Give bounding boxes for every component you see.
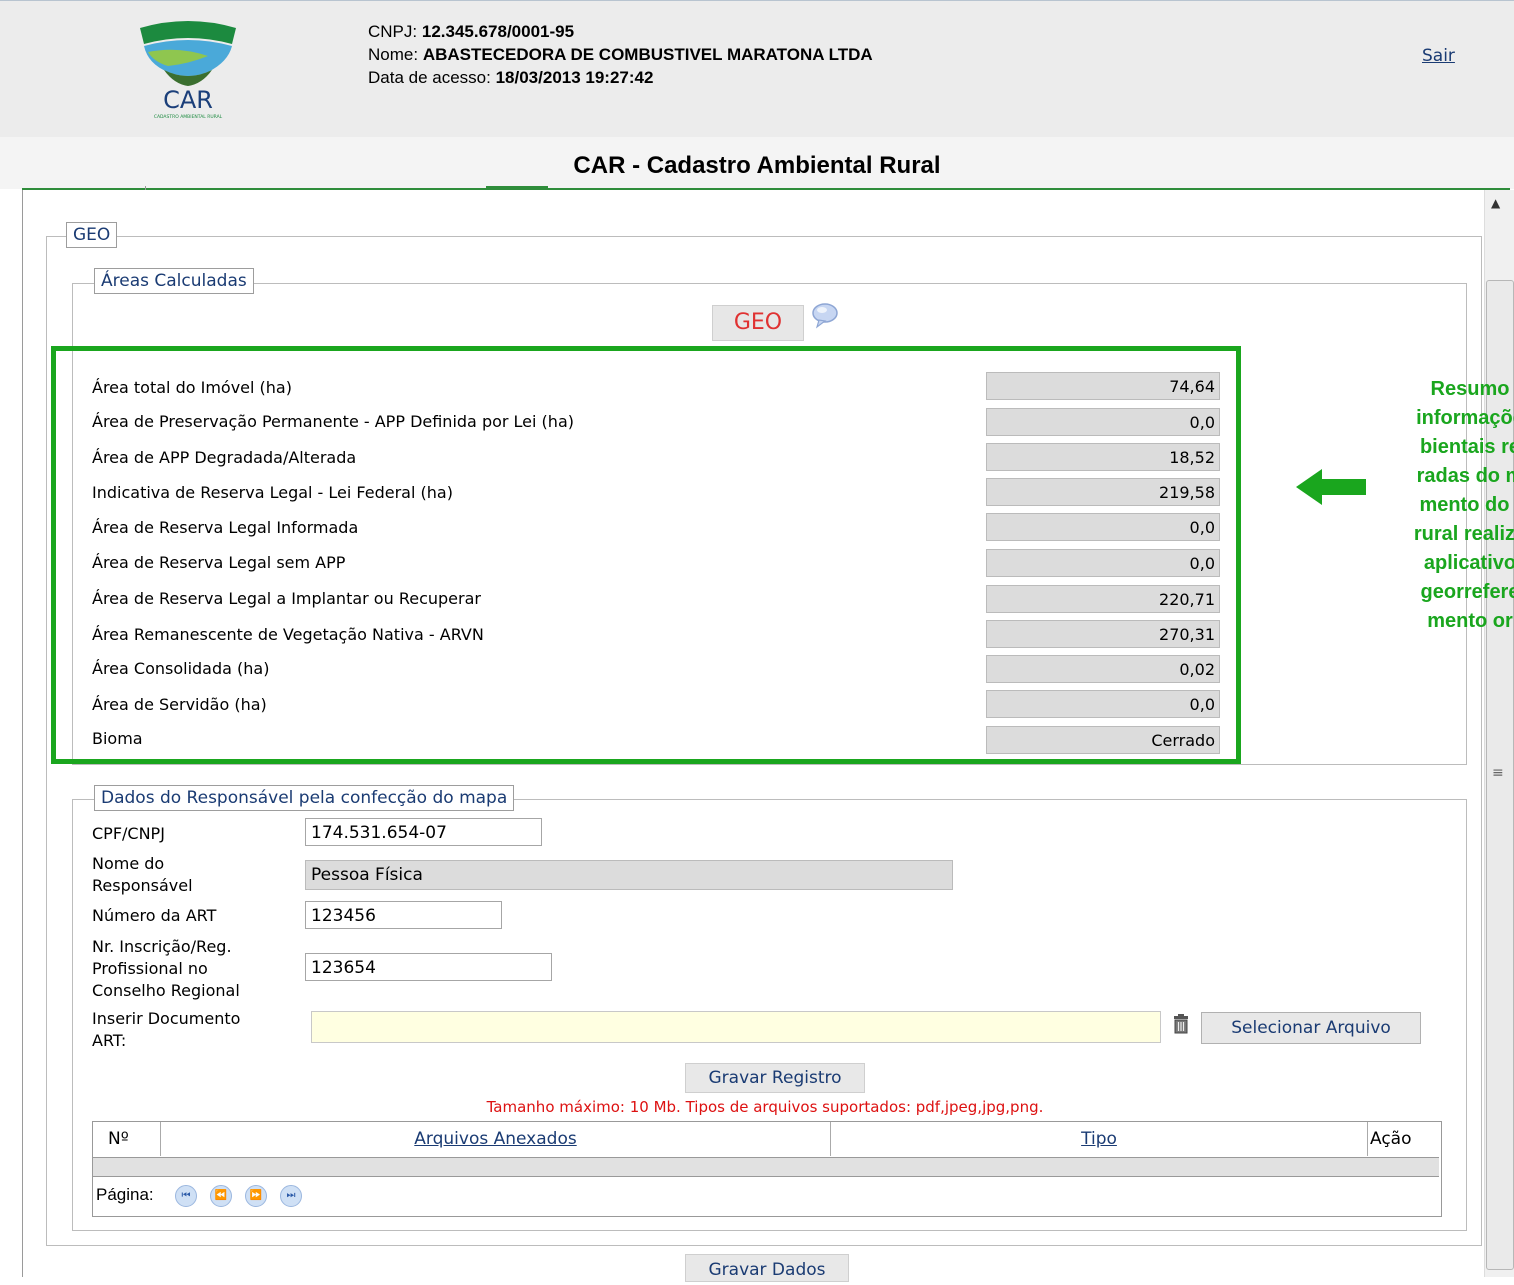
responsible-name-label-line: Nome do [92,854,165,873]
area-label-reserva-informada: Área de Reserva Legal Informada [92,518,359,537]
area-label-bioma: Bioma [92,729,143,748]
save-record-button[interactable]: Gravar Registro [685,1063,865,1093]
name-value: ABASTECEDORA DE COMBUSTIVEL MARATONA LTD… [422,45,873,64]
registration-label-line: Nr. Inscrição/Reg. [92,937,232,956]
cnpj-line: CNPJ: 12.345.678/0001-95 [368,22,574,42]
max-size-note: Tamanho máximo: 10 Mb. Tipos de arquivos… [486,1098,1044,1116]
area-label-reserva-indicativa: Indicativa de Reserva Legal - Lei Federa… [92,483,453,502]
calculated-areas-legend: Áreas Calculadas [94,268,254,294]
trash-icon[interactable] [1170,1013,1192,1035]
scroll-up-arrow-icon[interactable]: ▲ [1491,196,1500,210]
column-separator [1367,1122,1368,1156]
area-value-arvn: 270,31 [986,620,1220,648]
art-document-input[interactable] [311,1011,1161,1043]
previous-page-icon[interactable]: ⏪ [210,1185,232,1207]
area-value-reserva-implantar: 220,71 [986,585,1220,613]
next-page-icon[interactable]: ⏩ [245,1185,267,1207]
access-date-label: Data de acesso: [368,68,491,87]
callout-line: mento do i [1419,494,1514,516]
car-logo: CAR CADASTRO AMBIENTAL RURAL [140,21,236,120]
save-data-button[interactable]: Gravar Dados [685,1254,849,1282]
area-label-total: Área total do Imóvel (ha) [92,378,292,397]
area-value-app: 0,0 [986,408,1220,436]
area-label-app: Área de Preservação Permanente - APP Def… [92,412,574,431]
area-value-consolidada: 0,02 [986,655,1220,683]
registration-input[interactable]: 123654 [305,953,552,981]
callout-line: georrefere [1420,581,1514,603]
pager-label: Página: [96,1185,154,1204]
column-header-action: Ação [1370,1129,1412,1149]
area-value-total: 74,64 [986,372,1220,400]
column-header-type[interactable]: Tipo [831,1122,1367,1156]
registration-label-line: Conselho Regional [92,981,240,1000]
geo-legend: GEO [66,222,118,248]
area-value-app-degradada: 18,52 [986,443,1220,471]
callout-text: Resumo informaçõe bientais re radas do m… [1340,375,1514,636]
area-value-reserva-indicativa: 219,58 [986,478,1220,506]
page-title: CAR - Cadastro Ambiental Rural [573,152,941,179]
callout-line: bientais re [1419,436,1514,458]
name-label: Nome: [368,45,419,64]
registration-label: Nr. Inscrição/Reg. Profissional no Conse… [92,936,240,1002]
callout-line: rural realiza [1413,523,1514,545]
table-empty-row [93,1157,1439,1177]
area-label-consolidada: Área Consolidada (ha) [92,659,270,678]
logout-link[interactable]: Sair [1422,46,1455,66]
responsible-name-field: Pessoa Física [305,860,953,890]
help-balloon-icon[interactable] [811,302,839,330]
first-page-icon[interactable]: ⏮ [175,1185,197,1207]
active-tab-indicator [486,186,548,189]
area-value-servidao: 0,0 [986,690,1220,718]
art-document-label-line: Inserir Documento [92,1009,241,1028]
column-header-number: Nº [108,1129,129,1149]
cpf-cnpj-label: CPF/CNPJ [92,824,165,843]
registration-label-line: Profissional no [92,959,208,978]
art-number-input[interactable]: 123456 [305,901,502,929]
last-page-icon[interactable]: ⏭ [280,1185,302,1207]
area-value-reserva-sem-app: 0,0 [986,549,1220,577]
select-file-button[interactable]: Selecionar Arquivo [1201,1012,1421,1044]
access-date-value: 18/03/2013 19:27:42 [495,68,654,87]
cpf-cnpj-input[interactable]: 174.531.654-07 [305,818,542,846]
area-value-bioma: Cerrado [986,726,1220,754]
svg-text:CADASTRO AMBIENTAL RURAL: CADASTRO AMBIENTAL RURAL [154,114,223,120]
callout-line: aplicativo [1423,552,1514,574]
responsible-name-label-line: Responsável [92,876,193,895]
area-label-arvn: Área Remanescente de Vegetação Nativa - … [92,625,484,644]
area-label-reserva-implantar: Área de Reserva Legal a Implantar ou Rec… [92,589,481,608]
area-value-reserva-informada: 0,0 [986,513,1220,541]
geo-button[interactable]: GEO [712,305,804,341]
area-label-app-degradada: Área de APP Degradada/Alterada [92,448,357,467]
column-header-attached-files[interactable]: Arquivos Anexados [161,1122,830,1156]
area-label-servidao: Área de Servidão (ha) [92,695,267,714]
access-date-line: Data de acesso: 18/03/2013 19:27:42 [368,68,653,88]
area-label-reserva-sem-app: Área de Reserva Legal sem APP [92,553,346,572]
art-document-label: Inserir Documento ART: [92,1008,240,1052]
cnpj-value: 12.345.678/0001-95 [421,22,575,41]
art-document-label-line: ART: [92,1031,127,1050]
callout-line: Resumo [1430,378,1510,400]
callout-line: radas do m [1416,465,1514,487]
art-number-label: Número da ART [92,906,217,925]
callout-line: informaçõe [1416,407,1514,429]
cnpj-label: CNPJ: [368,22,418,41]
responsible-legend: Dados do Responsável pela confecção do m… [94,785,515,811]
name-line: Nome: ABASTECEDORA DE COMBUSTIVEL MARATO… [368,45,873,65]
scroll-grip-icon: ≡ [1492,765,1504,781]
svg-text:CAR: CAR [163,86,213,114]
responsible-name-label: Nome do Responsável [92,853,193,897]
callout-line: mento or [1427,610,1513,632]
